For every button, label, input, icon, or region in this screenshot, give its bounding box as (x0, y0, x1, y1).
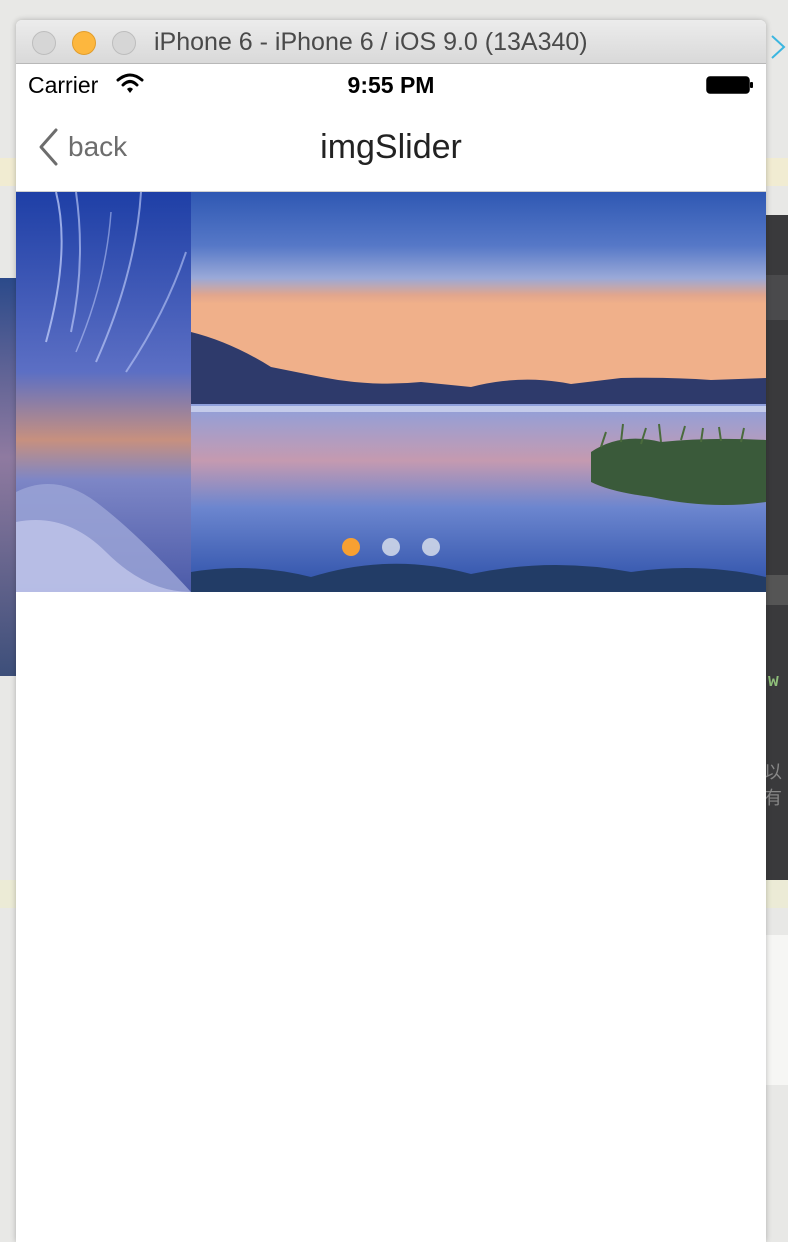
ios-status-bar: Carrier 9:55 PM (16, 64, 766, 106)
simulator-window: iPhone 6 - iPhone 6 / iOS 9.0 (13A340) C… (16, 20, 766, 1242)
background-image-fragment (0, 278, 16, 676)
background-text: w (768, 672, 779, 692)
nav-title: imgSlider (320, 128, 462, 166)
background-icon (770, 32, 786, 62)
slide-image-current (191, 192, 766, 592)
minimize-window-button[interactable] (72, 31, 96, 55)
status-time: 9:55 PM (347, 72, 435, 98)
page-dot[interactable] (422, 538, 440, 556)
background-text: 以有 (764, 762, 782, 808)
content-area (16, 592, 766, 1242)
background-editor-bar (766, 575, 788, 605)
zoom-window-button[interactable] (112, 31, 136, 55)
background-panel (766, 935, 788, 1085)
page-dot[interactable] (382, 538, 400, 556)
close-window-button[interactable] (32, 31, 56, 55)
page-dot-active[interactable] (342, 538, 360, 556)
page-control[interactable] (16, 538, 766, 560)
navigation-bar: back imgSlider (16, 106, 766, 192)
window-titlebar[interactable]: iPhone 6 - iPhone 6 / iOS 9.0 (13A340) (16, 20, 766, 64)
slide-image-previous (16, 192, 191, 592)
background-editor-bar (766, 275, 788, 320)
image-slider[interactable] (16, 192, 766, 592)
window-title: iPhone 6 - iPhone 6 / iOS 9.0 (13A340) (154, 28, 588, 56)
battery-icon (706, 76, 754, 94)
